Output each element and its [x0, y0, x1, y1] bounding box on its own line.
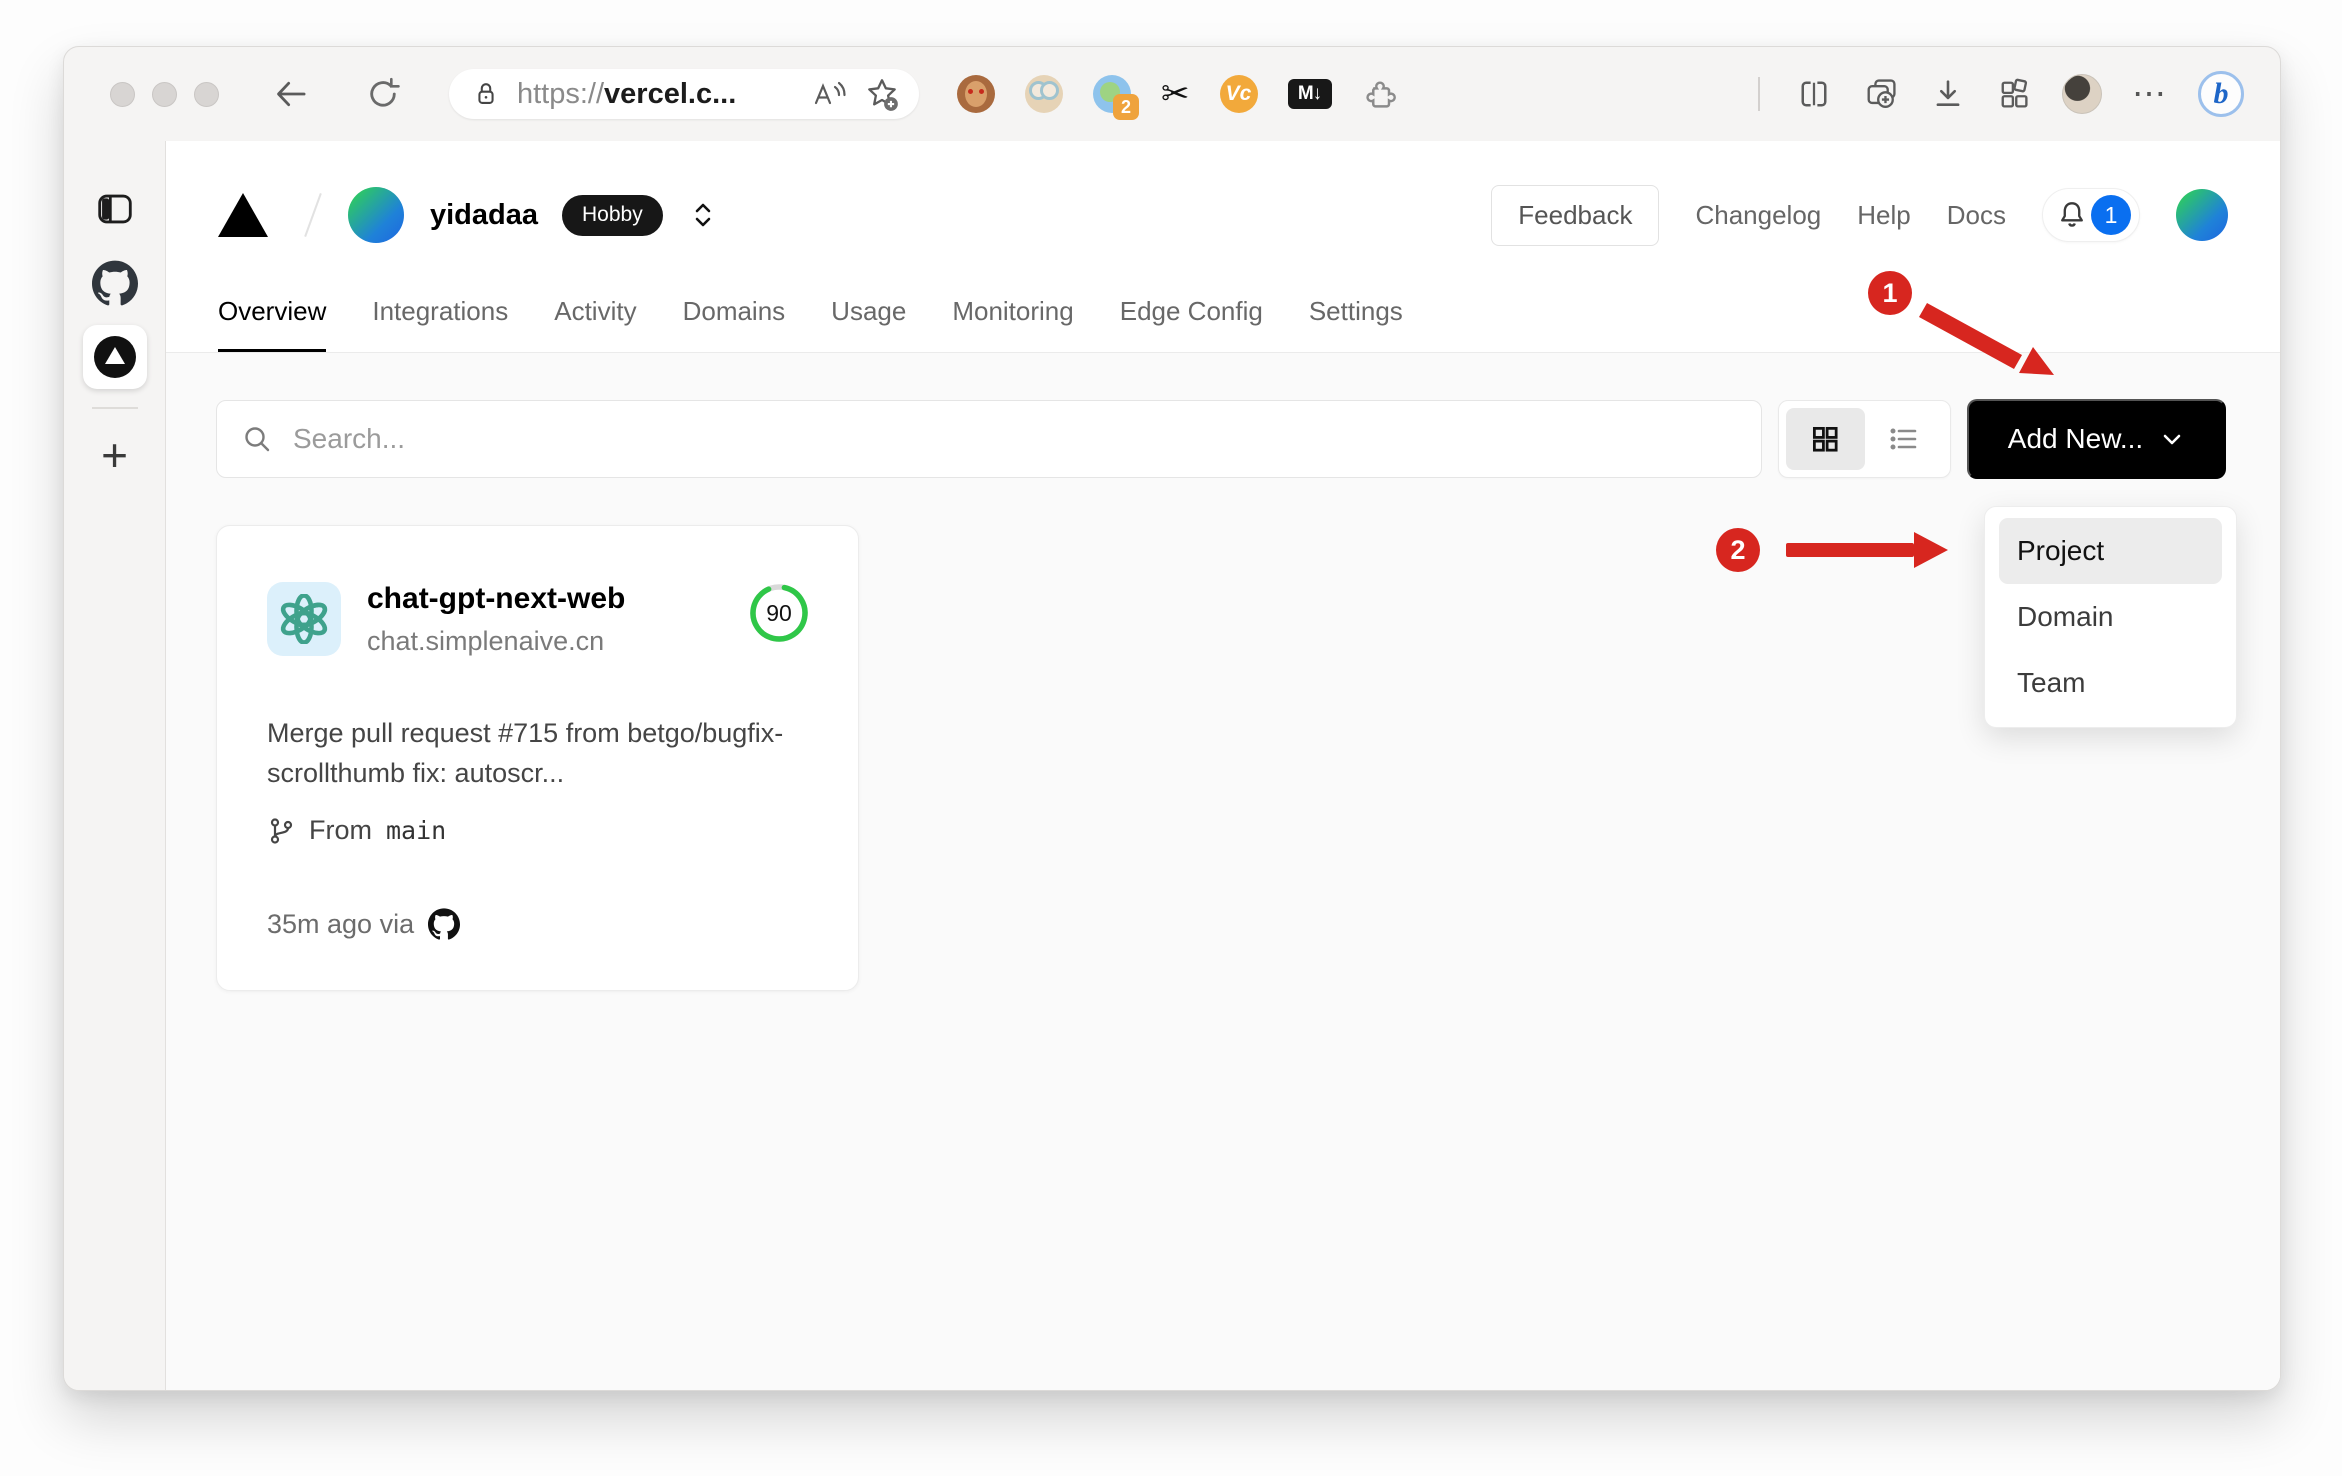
tab-activity[interactable]: Activity	[554, 296, 636, 352]
translate-extension-icon[interactable]: 2	[1093, 75, 1139, 120]
vercel-page: yidadaa Hobby Feedback Changelog Help Do…	[166, 141, 2280, 1390]
collections-icon[interactable]	[1862, 75, 1900, 113]
sidebar-divider	[91, 407, 138, 409]
search-input[interactable]	[293, 423, 1737, 455]
tab-usage[interactable]: Usage	[831, 296, 906, 352]
zoom-window-button[interactable]	[194, 81, 219, 107]
read-aloud-icon[interactable]	[811, 77, 847, 111]
feedback-button[interactable]: Feedback	[1491, 184, 1660, 246]
add-new-dropdown: Project Domain Team	[1984, 506, 2237, 728]
tab-integrations[interactable]: Integrations	[372, 296, 508, 352]
add-new-label: Add New...	[2007, 423, 2144, 454]
analytics-score[interactable]: 90	[748, 582, 810, 644]
grandma-extension-icon[interactable]	[1025, 75, 1063, 113]
vercel-header: yidadaa Hobby Feedback Changelog Help Do…	[166, 141, 2280, 353]
dropdown-item-project[interactable]: Project	[1999, 518, 2222, 584]
tab-edge-config[interactable]: Edge Config	[1120, 296, 1263, 352]
browser-toolbar: https://vercel.c... 2 ✂ Vc M↓ ⋯ b	[64, 47, 2280, 141]
more-menu-icon[interactable]: ⋯	[2132, 74, 2168, 114]
sidebar-toggle-icon[interactable]	[83, 177, 147, 241]
search-icon	[245, 427, 270, 452]
tab-settings[interactable]: Settings	[1309, 296, 1403, 352]
browser-right-controls: ⋯ b	[1752, 71, 2244, 117]
notification-count-badge: 1	[2091, 195, 2131, 235]
minimize-window-button[interactable]	[152, 81, 177, 107]
add-new-button[interactable]: Add New...	[1967, 399, 2226, 479]
project-card[interactable]: chat-gpt-next-web chat.simplenaive.cn 90	[216, 525, 859, 991]
commit-message[interactable]: Merge pull request #715 from betgo/bugfi…	[267, 713, 814, 793]
translate-count-badge: 2	[1113, 94, 1139, 120]
notifications-button[interactable]: 1	[2042, 188, 2140, 242]
project-domain[interactable]: chat.simplenaive.cn	[367, 626, 625, 657]
close-window-button[interactable]	[110, 81, 135, 107]
sidebar-vercel-icon[interactable]	[82, 325, 147, 389]
team-switcher-icon[interactable]	[689, 197, 717, 233]
extension-icons: 2 ✂ Vc M↓	[957, 75, 1398, 120]
lock-icon	[478, 83, 494, 104]
list-view-icon	[1890, 428, 1917, 450]
github-icon	[428, 908, 461, 940]
sidebar-add-icon[interactable]: +	[83, 423, 147, 487]
project-name[interactable]: chat-gpt-next-web	[367, 582, 625, 616]
search-field[interactable]	[216, 400, 1762, 478]
dropdown-item-domain[interactable]: Domain	[1999, 584, 2222, 650]
address-bar[interactable]: https://vercel.c...	[449, 69, 919, 119]
tab-domains[interactable]: Domains	[683, 296, 786, 352]
sidebar-github-icon[interactable]	[83, 251, 147, 315]
browser-window: https://vercel.c... 2 ✂ Vc M↓ ⋯ b + yida…	[63, 46, 2281, 1391]
team-avatar[interactable]	[348, 187, 404, 243]
puzzle-extensions-icon[interactable]	[1362, 76, 1398, 112]
grid-view-icon	[1813, 426, 1838, 452]
url-text: https://vercel.c...	[517, 77, 737, 110]
traffic-lights	[110, 81, 219, 107]
vc-extension-icon[interactable]: Vc	[1219, 75, 1258, 113]
vercel-logo[interactable]	[218, 193, 268, 237]
branch-prefix: From	[309, 815, 372, 845]
chevron-down-icon	[2163, 434, 2181, 445]
favorites-add-icon[interactable]	[863, 75, 901, 113]
edge-sidebar: +	[64, 141, 166, 1390]
branch-name[interactable]: main	[386, 816, 446, 845]
view-toggle	[1778, 400, 1951, 478]
git-branch-icon	[270, 817, 293, 844]
breadcrumb-slash	[304, 193, 322, 237]
back-icon[interactable]	[271, 74, 311, 114]
tab-monitoring[interactable]: Monitoring	[952, 296, 1073, 352]
openai-project-icon	[267, 582, 341, 656]
user-avatar[interactable]	[2176, 189, 2228, 241]
dropdown-item-team[interactable]: Team	[1999, 650, 2222, 716]
deploy-time: 35m ago via	[267, 908, 415, 939]
profile-avatar[interactable]	[2062, 74, 2102, 114]
changelog-link[interactable]: Changelog	[1695, 200, 1821, 231]
markdown-extension-icon[interactable]: M↓	[1287, 79, 1332, 109]
screenshot-stage: https://vercel.c... 2 ✂ Vc M↓ ⋯ b + yida…	[0, 0, 2342, 1476]
grid-view-button[interactable]	[1786, 408, 1865, 470]
plan-badge: Hobby	[562, 194, 663, 236]
list-view-button[interactable]	[1865, 408, 1944, 470]
docs-link[interactable]: Docs	[1947, 200, 2006, 231]
reload-icon[interactable]	[363, 74, 403, 114]
vercel-tabs: Overview Integrations Activity Domains U…	[218, 296, 1403, 352]
download-icon[interactable]	[1930, 76, 1966, 112]
browser-essentials-icon[interactable]	[1996, 76, 2032, 112]
help-link[interactable]: Help	[1857, 200, 1910, 231]
team-name[interactable]: yidadaa	[430, 199, 538, 232]
tab-overview[interactable]: Overview	[218, 296, 327, 352]
split-screen-icon[interactable]	[1796, 76, 1832, 112]
bell-icon	[2061, 202, 2083, 227]
toolbar-divider	[1758, 77, 1760, 111]
bing-chat-icon[interactable]: b	[2198, 71, 2244, 117]
vercel-body: Add New...	[166, 353, 2280, 1390]
scissors-extension-icon[interactable]: ✂	[1161, 77, 1190, 111]
score-value: 90	[766, 599, 792, 626]
tampermonkey-extension-icon[interactable]	[957, 75, 995, 113]
